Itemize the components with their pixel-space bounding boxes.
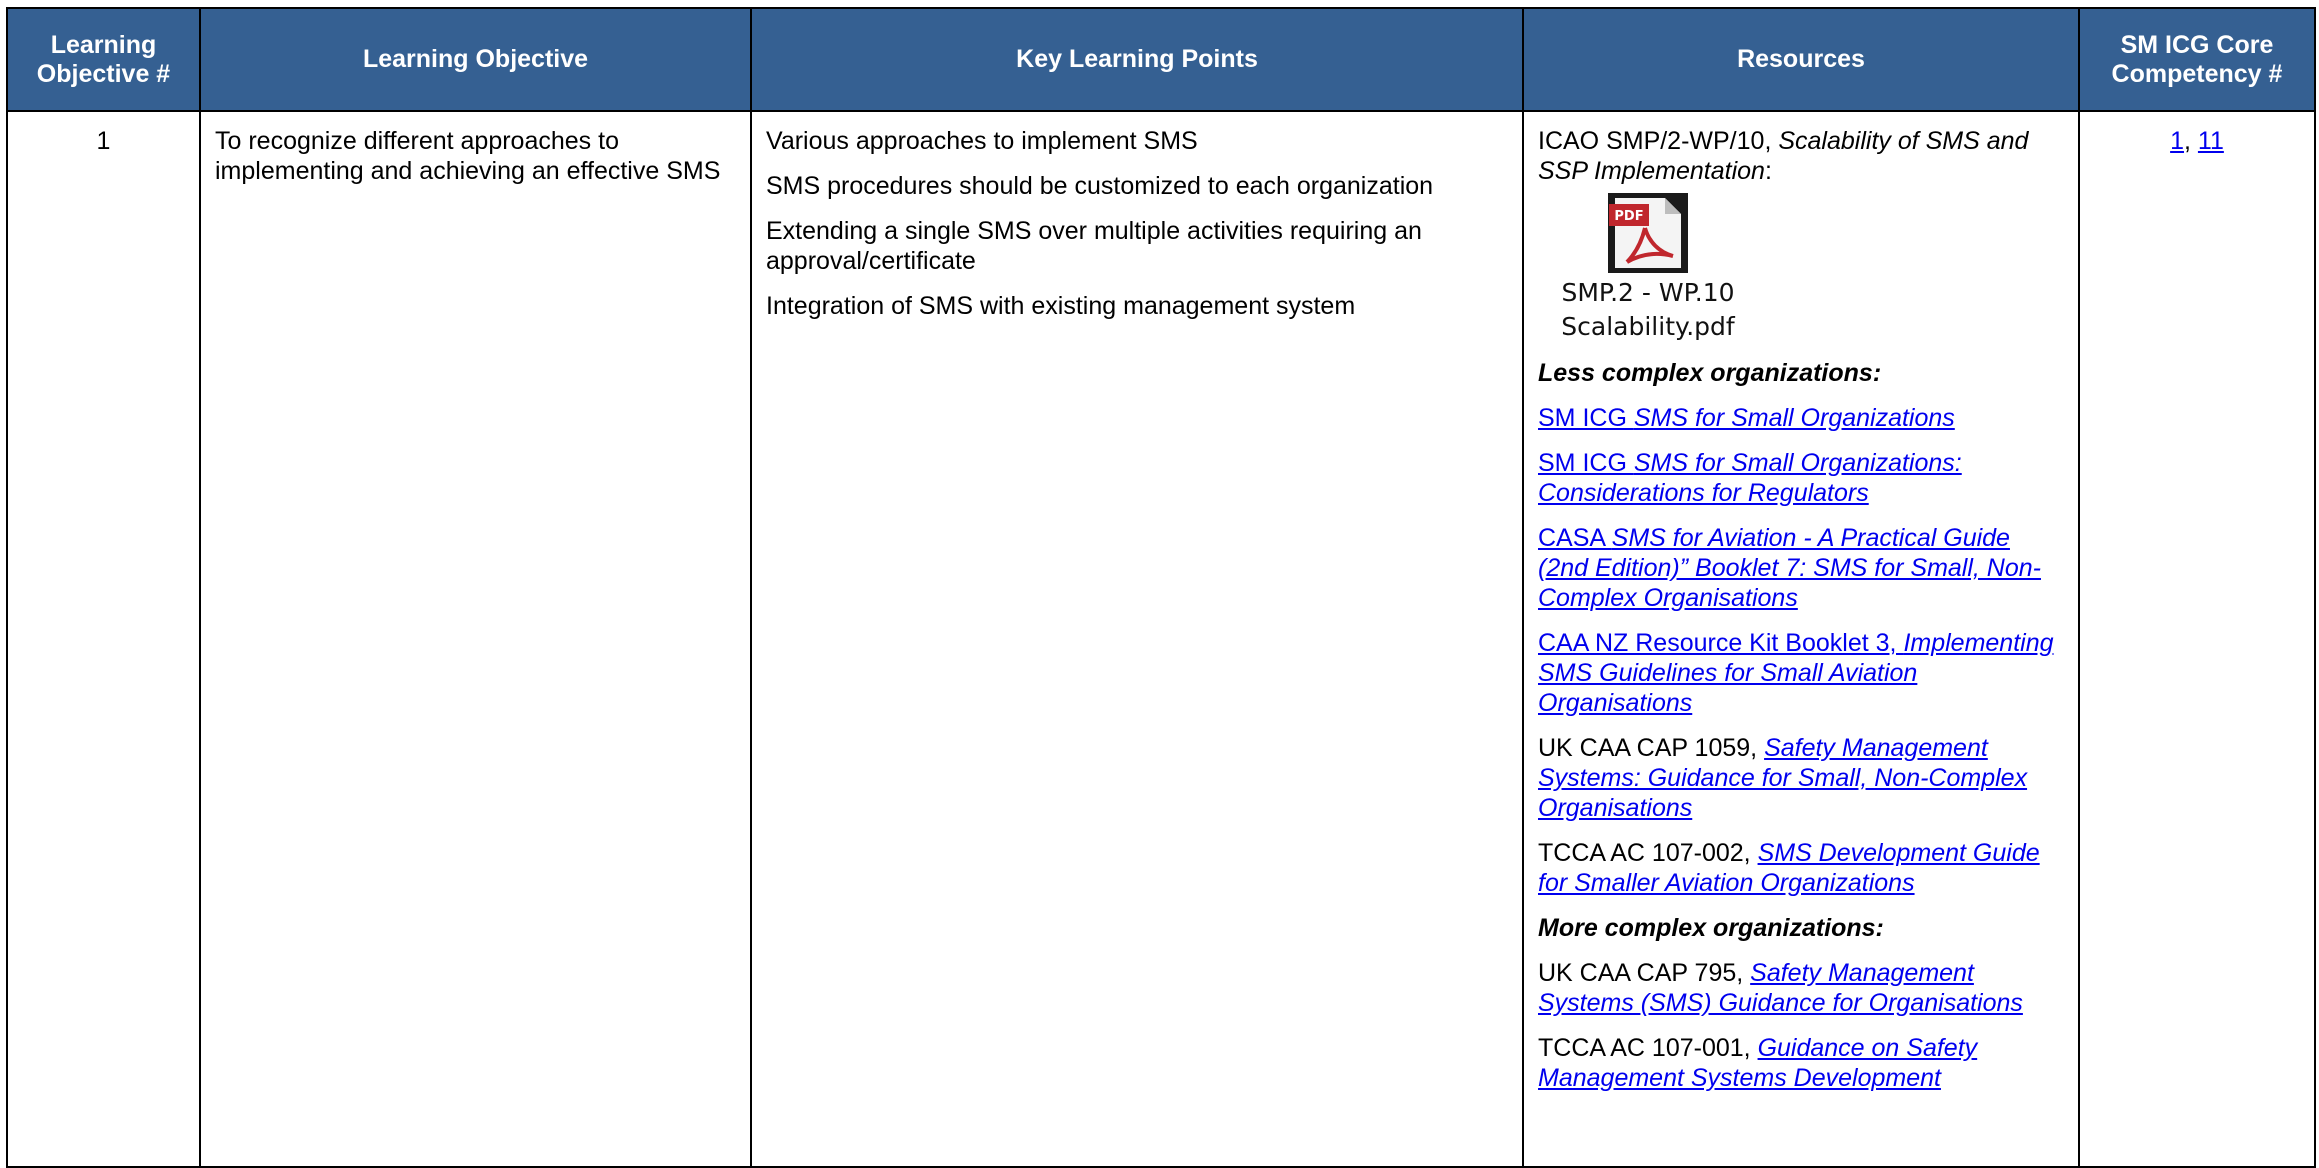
pdf-attachment-caption: SMP.2 - WP.10 Scalability.pdf (1561, 276, 1734, 344)
key-point: Various approaches to implement SMS (766, 127, 1198, 155)
learning-objective-cell: To recognize different approaches to imp… (199, 110, 752, 1168)
resource-prefix: UK CAA CAP 1059, (1538, 734, 1765, 762)
competency-link-11[interactable]: 11 (2198, 127, 2224, 155)
key-point: SMS procedures should be customized to e… (766, 172, 1434, 200)
icao-prefix: ICAO SMP/2-WP/10, (1538, 127, 1779, 155)
key-point: Integration of SMS with existing managem… (766, 292, 1356, 320)
competency-separator: , (2184, 127, 2198, 155)
learning-objectives-table: Learning Objective # Learning Objective … (6, 7, 2316, 1168)
resources-cell: ICAO SMP/2-WP/10, Scalability of SMS and… (1522, 110, 2080, 1168)
link-title: SMS for Small Organizations (1633, 404, 1955, 432)
header-key-learning-points: Key Learning Points (750, 7, 1524, 112)
resource-item: SM ICG SMS for Small Organizations (1538, 403, 2064, 433)
link-prefix: CAA NZ Resource Kit Booklet 3, (1538, 629, 1904, 657)
resource-prefix: TCCA AC 107-002, (1538, 839, 1758, 867)
resource-item: UK CAA CAP 795, Safety Management System… (1538, 958, 2064, 1018)
link-title: SMS for Aviation - A Practical Guide (2n… (1538, 524, 2041, 612)
header-core-competency: SM ICG Core Competency # (2078, 7, 2316, 112)
objective-number-cell: 1 (6, 110, 201, 1168)
resource-item: SM ICG SMS for Small Organizations: Cons… (1538, 448, 2064, 508)
key-point: Extending a single SMS over multiple act… (766, 217, 1422, 275)
pdf-attachment[interactable]: PDF SMP.2 - WP.10 Scalability.pdf (1538, 192, 1758, 344)
resource-item: CAA NZ Resource Kit Booklet 3, Implement… (1538, 628, 2064, 718)
table-row: 1 To recognize different approaches to i… (6, 110, 2316, 1168)
link-prefix: SM ICG (1538, 449, 1634, 477)
header-resources: Resources (1522, 7, 2080, 112)
core-competency-cell: 1, 11 (2078, 110, 2316, 1168)
resource-item: TCCA AC 107-002, SMS Development Guide f… (1538, 838, 2064, 898)
link-prefix: SM ICG (1538, 404, 1634, 432)
key-learning-points-cell: Various approaches to implement SMS SMS … (750, 110, 1524, 1168)
resource-item: TCCA AC 107-001, Guidance on Safety Mana… (1538, 1033, 2064, 1093)
header-learning-objective: Learning Objective (199, 7, 752, 112)
header-objective-number: Learning Objective # (6, 7, 201, 112)
svg-text:PDF: PDF (1614, 209, 1643, 224)
less-complex-heading: Less complex organizations: (1538, 359, 1882, 387)
resource-prefix: UK CAA CAP 795, (1538, 959, 1751, 987)
pdf-caption-line2: Scalability.pdf (1561, 312, 1735, 341)
pdf-file-icon: PDF (1608, 193, 1688, 273)
pdf-caption-line1: SMP.2 - WP.10 (1561, 278, 1735, 307)
icao-suffix: : (1764, 157, 1772, 185)
competency-link-1[interactable]: 1 (2170, 127, 2184, 155)
caa-nz-booklet-link[interactable]: CAA NZ Resource Kit Booklet 3, Implement… (1538, 629, 2054, 717)
more-complex-heading: More complex organizations: (1538, 914, 1884, 942)
casa-booklet-link[interactable]: CASA SMS for Aviation - A Practical Guid… (1538, 524, 2041, 612)
sm-icg-regulators-link[interactable]: SM ICG SMS for Small Organizations: Cons… (1538, 449, 1962, 507)
resource-item: UK CAA CAP 1059, Safety Management Syste… (1538, 733, 2064, 823)
link-prefix: CASA (1538, 524, 1612, 552)
table-header-row: Learning Objective # Learning Objective … (6, 7, 2316, 112)
sm-icg-small-orgs-link[interactable]: SM ICG SMS for Small Organizations (1538, 404, 1955, 432)
resource-prefix: TCCA AC 107-001, (1538, 1034, 1758, 1062)
resource-item: CASA SMS for Aviation - A Practical Guid… (1538, 523, 2064, 613)
icao-reference: ICAO SMP/2-WP/10, Scalability of SMS and… (1538, 126, 2064, 186)
